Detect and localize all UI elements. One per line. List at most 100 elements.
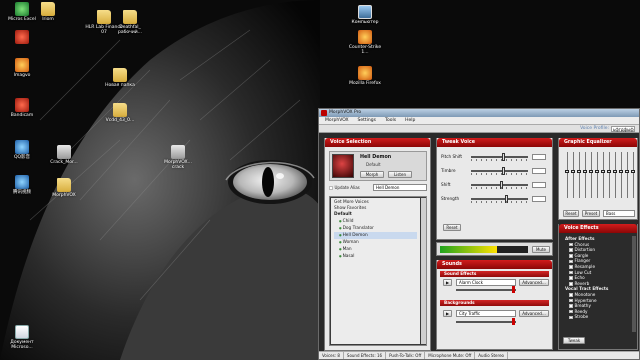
eq-band-slider[interactable] (583, 152, 587, 198)
desktop-icon[interactable]: QQ影音 (2, 140, 42, 160)
eq-preset-select[interactable]: Bass (603, 210, 635, 217)
eq-band-knob[interactable] (625, 170, 629, 174)
menu-morphvox[interactable]: MorphVOX (325, 117, 349, 124)
effect-item[interactable]: Strobe (565, 314, 631, 320)
slider-value-box[interactable] (532, 168, 546, 174)
eq-band-knob[interactable] (577, 170, 581, 174)
effect-checkbox[interactable] (569, 270, 573, 275)
slider-track[interactable] (471, 181, 528, 189)
desktop-icon[interactable] (2, 30, 42, 45)
voice-profile-select[interactable]: ьфгдфыф (611, 126, 635, 132)
desktop-icon[interactable]: MorphVOX (44, 178, 84, 198)
alias-input[interactable]: Hell Demon (373, 184, 427, 191)
sound-effects-advanced-button[interactable]: Advanced... (519, 279, 549, 286)
sound-effect-select[interactable]: Alarm Clock (456, 279, 516, 286)
eq-band-knob[interactable] (571, 170, 575, 174)
tweak-reset-button[interactable]: Reset (443, 224, 461, 231)
desktop-icon[interactable]: Документ Microso... (2, 325, 42, 350)
desktop-icon[interactable]: Imagvo (2, 58, 42, 78)
play-sound-effect-button[interactable]: ▶ (443, 279, 452, 286)
slider-track[interactable] (471, 167, 528, 175)
eq-band-knob[interactable] (607, 170, 611, 174)
eq-preset-button[interactable]: Preset (582, 210, 600, 217)
app-logo-icon (321, 110, 327, 116)
status-item: Push-To-Talk: Off (386, 352, 426, 359)
effect-checkbox[interactable] (569, 293, 573, 297)
effect-label: Breathy (574, 303, 591, 309)
eq-band-slider[interactable] (607, 152, 611, 198)
eq-reset-button[interactable]: Reset (563, 210, 579, 217)
eq-band-slider[interactable] (613, 152, 617, 198)
menu-settings[interactable]: Settings (358, 117, 376, 124)
eq-band-slider[interactable] (625, 152, 629, 198)
red-app-icon (15, 98, 29, 112)
eq-band-knob[interactable] (565, 170, 569, 174)
slider-track[interactable] (471, 153, 528, 161)
desktop-icon[interactable]: Deathfal_ рабочий... (110, 10, 150, 35)
desktop-icon[interactable]: 腾讯视频 (2, 175, 42, 195)
slider-value-box[interactable] (532, 182, 546, 188)
effects-scrollbar[interactable] (632, 236, 636, 332)
desktop-icon[interactable]: Iriom (28, 2, 68, 22)
slider-track[interactable] (471, 195, 528, 203)
desktop-icon[interactable]: Компьютер (345, 5, 385, 25)
effect-checkbox[interactable] (569, 248, 573, 252)
effect-checkbox[interactable] (569, 259, 573, 264)
eq-band-slider[interactable] (595, 152, 599, 198)
desktop-icon[interactable]: Bandicam (2, 98, 42, 118)
mute-button[interactable]: Mute (532, 246, 550, 253)
slider-value-box[interactable] (532, 154, 546, 160)
eq-band-knob[interactable] (583, 170, 587, 174)
effect-checkbox[interactable] (569, 242, 573, 247)
tree-item[interactable]: ● Child (334, 218, 417, 225)
listen-button[interactable]: Listen (388, 171, 412, 178)
update-alias-checkbox[interactable]: Update Alias (329, 185, 360, 190)
tree-scrollbar[interactable] (421, 198, 426, 344)
effect-checkbox[interactable] (569, 298, 573, 303)
effect-checkbox[interactable] (569, 309, 573, 314)
eq-band-knob[interactable] (589, 170, 593, 174)
desktop-icon[interactable]: Crack_Mor... (44, 145, 84, 165)
tweak-label: Tweak (567, 338, 581, 343)
effect-checkbox[interactable] (569, 315, 573, 320)
eq-band-knob[interactable] (601, 170, 605, 174)
eq-band-knob[interactable] (613, 170, 617, 174)
desktop-icon[interactable]: Mozilla Firefox (345, 66, 385, 86)
eq-band-slider[interactable] (601, 152, 605, 198)
tree-item[interactable]: ● Woman (334, 239, 417, 246)
backgrounds-advanced-button[interactable]: Advanced... (519, 310, 549, 317)
tree-item[interactable]: ● Dog Translator (334, 225, 417, 232)
effect-checkbox[interactable] (569, 282, 573, 286)
eq-band-knob[interactable] (631, 170, 635, 174)
eq-band-knob[interactable] (619, 170, 623, 174)
window-titlebar[interactable]: MorphVOX Pro (319, 109, 639, 117)
desktop-icon-label: Mozilla Firefox (349, 81, 381, 86)
morph-button[interactable]: Morph (360, 171, 384, 178)
eq-band-slider[interactable] (571, 152, 575, 198)
sound-effects-volume[interactable] (456, 286, 516, 293)
desktop-icon[interactable]: Counter-Strike 1... (345, 30, 385, 55)
eq-band-slider[interactable] (589, 152, 593, 198)
tree-item[interactable]: ● Hell Demon (334, 232, 417, 239)
background-volume[interactable] (456, 318, 516, 325)
play-background-button[interactable]: ▶ (443, 310, 452, 317)
eq-band-slider[interactable] (631, 152, 635, 198)
effect-checkbox[interactable] (569, 254, 573, 258)
effect-checkbox[interactable] (569, 276, 573, 280)
menu-help[interactable]: Help (405, 117, 415, 124)
eq-band-slider[interactable] (565, 152, 569, 198)
desktop-icon[interactable]: Новая папка (100, 68, 140, 88)
effect-checkbox[interactable] (569, 265, 573, 269)
background-select[interactable]: City Traffic (456, 310, 516, 317)
effect-checkbox[interactable] (569, 304, 573, 308)
tree-item[interactable]: ● Nasal (334, 253, 417, 260)
slider-value-box[interactable] (532, 196, 546, 202)
tree-item[interactable]: ● Man (334, 246, 417, 253)
desktop-icon[interactable]: MorphVOX... crack (158, 145, 198, 170)
eq-band-knob[interactable] (595, 170, 599, 174)
eq-band-slider[interactable] (619, 152, 623, 198)
desktop-icon[interactable]: Vcdd_43_0... (100, 103, 140, 123)
effects-tweak-button[interactable]: Tweak (563, 337, 585, 344)
menu-tools[interactable]: Tools (385, 117, 396, 124)
eq-band-slider[interactable] (577, 152, 581, 198)
